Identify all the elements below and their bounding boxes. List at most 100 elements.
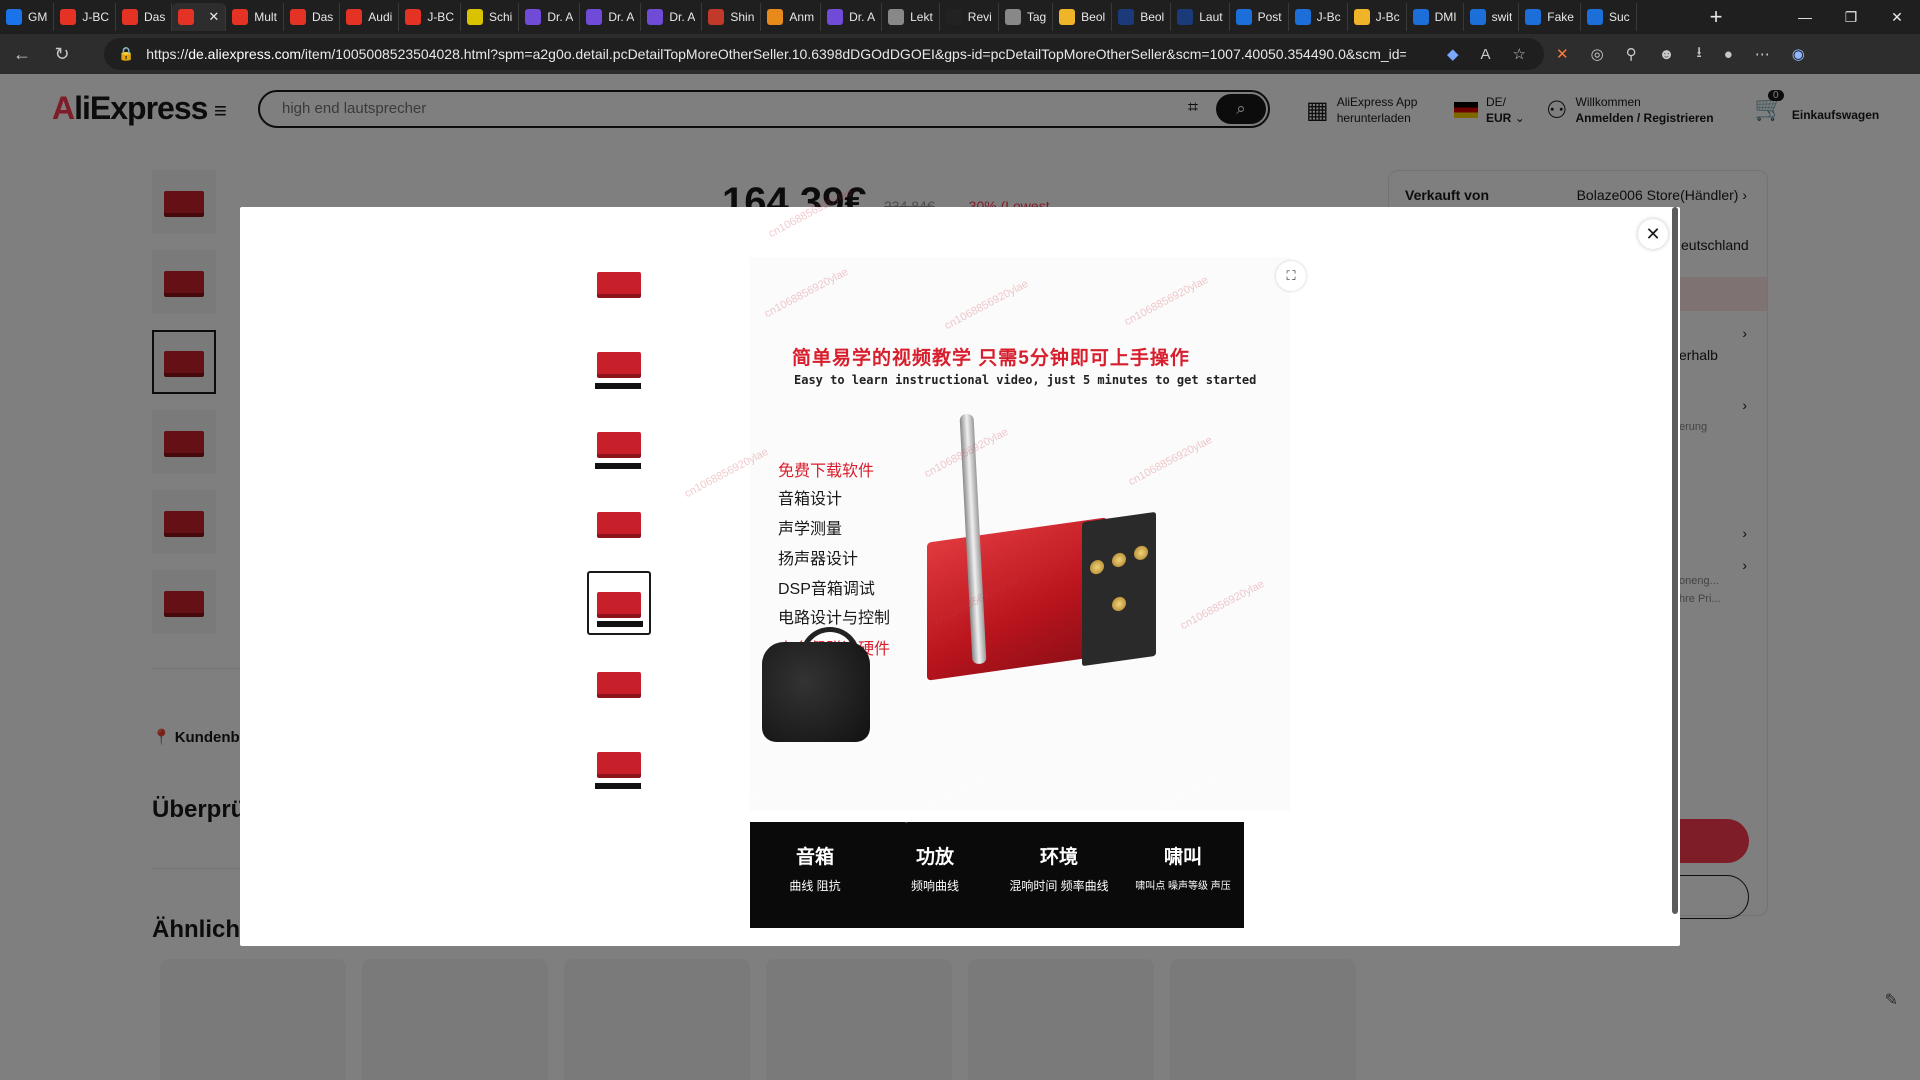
close-icon[interactable]: ✕ xyxy=(1638,219,1668,249)
tab-favicon-icon xyxy=(1235,9,1252,25)
browser-tab[interactable]: J-BC xyxy=(399,3,461,31)
browser-tab[interactable]: Das xyxy=(284,3,341,31)
tab-close-icon[interactable]: ✕ xyxy=(208,9,219,25)
tab-favicon-icon xyxy=(945,9,962,25)
feature-text: 音箱设计 xyxy=(778,491,843,508)
tab-favicon-icon xyxy=(346,9,363,25)
browser-tab[interactable]: Schi xyxy=(461,3,520,31)
browser-tab[interactable]: Beol xyxy=(1053,3,1113,31)
browser-tab[interactable]: Audi xyxy=(340,3,400,31)
more-menu-icon[interactable]: ⋯ xyxy=(1755,45,1770,63)
tab-favicon-icon xyxy=(60,9,77,25)
product-thumb-image xyxy=(597,352,641,374)
tab-favicon-icon xyxy=(708,9,725,25)
banner-subtitle: 频响曲线 xyxy=(910,879,959,893)
tab-title: Revi xyxy=(967,10,992,24)
tag-icon[interactable]: ◆ xyxy=(1447,45,1459,63)
browser-tab[interactable]: Beol xyxy=(1112,3,1172,31)
browser-tab[interactable]: Dr. A xyxy=(580,3,642,31)
profile-avatar-icon[interactable]: ● xyxy=(1724,46,1733,63)
banner-column: 音箱 曲线 阻抗 xyxy=(770,842,860,894)
downloads-icon[interactable]: ⭳ xyxy=(1696,42,1701,67)
browser-tab[interactable]: Suc xyxy=(1581,3,1637,31)
tab-title: GM xyxy=(28,10,48,24)
browser-tab[interactable]: DMI xyxy=(1407,3,1464,31)
reload-icon[interactable]: ↻ xyxy=(44,38,80,70)
minimize-icon[interactable]: — xyxy=(1782,0,1828,34)
back-icon[interactable]: ← xyxy=(4,38,40,70)
window-controls: — ❐ ✕ xyxy=(1782,0,1920,34)
tab-favicon-icon xyxy=(1059,9,1076,25)
tab-favicon-icon xyxy=(122,9,139,25)
tab-title: Dr. A xyxy=(547,10,574,24)
tab-title: Dr. A xyxy=(608,10,635,24)
tab-favicon-icon xyxy=(1118,9,1135,25)
browser-tabstrip: GM J-BC Das ✕ Mult Das Audi J-BC Schi Dr. A Dr. A D… xyxy=(0,0,1920,34)
address-bar[interactable]: 🔒 https://de.aliexpress.com/item/1005008… xyxy=(104,38,1544,70)
tab-title: DMI xyxy=(1434,10,1457,24)
browser-tab[interactable]: J-BC xyxy=(54,3,117,31)
browser-tab[interactable]: Fake xyxy=(1519,3,1581,31)
new-tab-button[interactable]: + xyxy=(1700,4,1732,30)
extension-x-icon[interactable]: ✕ xyxy=(1556,45,1569,63)
browser-tab[interactable]: Tag xyxy=(999,3,1054,31)
extension-pin-icon[interactable]: ⚲ xyxy=(1626,45,1637,63)
tab-favicon-icon xyxy=(1177,9,1194,25)
tab-favicon-icon xyxy=(767,9,784,25)
tab-title: Das xyxy=(144,10,166,24)
tab-title: Mult xyxy=(254,10,277,24)
thumb-banner-strip xyxy=(595,783,641,789)
browser-tab[interactable]: GM xyxy=(0,3,55,31)
modal-thumbnail[interactable] xyxy=(587,731,651,795)
thumb-banner-strip xyxy=(595,383,641,389)
tab-title: J-BC xyxy=(82,10,110,24)
browser-tab[interactable]: ✕ xyxy=(172,3,227,31)
browser-tab[interactable]: Revi xyxy=(940,3,999,31)
lock-icon[interactable]: 🔒 xyxy=(118,46,134,62)
extension-face-icon[interactable]: ☻ xyxy=(1659,46,1675,63)
browser-tab[interactable]: Lekt xyxy=(882,3,940,31)
browser-tab[interactable]: J-Bc xyxy=(1289,3,1348,31)
browser-tab[interactable]: Mult xyxy=(226,3,284,31)
tab-title: Beol xyxy=(1140,10,1165,24)
browser-tab[interactable]: Shin xyxy=(702,3,762,31)
tab-title: Das xyxy=(311,10,334,24)
browser-tab[interactable]: Dr. A xyxy=(519,3,581,31)
banner-column: 啸叫 啸叫点 噪声等级 声压 xyxy=(1124,842,1242,892)
url-text[interactable]: https://de.aliexpress.com/item/100500852… xyxy=(146,46,1406,62)
close-window-icon[interactable]: ✕ xyxy=(1874,0,1920,34)
tab-title: Post xyxy=(1257,10,1282,24)
restore-icon[interactable]: ❐ xyxy=(1828,0,1874,34)
modal-scrollbar[interactable] xyxy=(1672,207,1678,914)
browser-tab[interactable]: Post xyxy=(1230,3,1289,31)
modal-thumbnail[interactable] xyxy=(587,411,651,475)
modal-thumbnail[interactable] xyxy=(587,251,651,315)
modal-thumbnail[interactable] xyxy=(587,491,651,555)
browser-tab[interactable]: Dr. A xyxy=(821,3,883,31)
browser-tab[interactable]: Dr. A xyxy=(641,3,703,31)
browser-tab[interactable]: Laut xyxy=(1171,3,1230,31)
browser-tab[interactable]: swit xyxy=(1464,3,1520,31)
tab-title: Fake xyxy=(1547,10,1574,24)
read-aloud-icon[interactable]: A xyxy=(1481,46,1491,63)
zoom-icon[interactable]: ⛶ xyxy=(1276,261,1306,291)
address-bar-row: ← ↻ 🔒 https://de.aliexpress.com/item/100… xyxy=(0,34,1920,74)
tab-favicon-icon xyxy=(1353,9,1370,25)
browser-tab[interactable]: J-Bc xyxy=(1348,3,1407,31)
modal-thumbnail-selected[interactable] xyxy=(587,571,651,635)
device-knob xyxy=(1112,552,1126,568)
modal-thumbnail[interactable] xyxy=(587,651,651,715)
browser-tab[interactable]: Anm xyxy=(761,3,822,31)
product-thumb-image xyxy=(597,752,641,774)
tab-title: Schi xyxy=(488,10,513,24)
tab-title: Shin xyxy=(730,10,755,24)
extension-g-icon[interactable]: ◎ xyxy=(1591,45,1604,63)
copilot-icon[interactable]: ◉ xyxy=(1792,45,1805,63)
favorite-star-icon[interactable]: ☆ xyxy=(1513,45,1526,63)
extension-icons: ✕ ◎ ⚲ ☻ ⭳ ● ⋯ ◉ xyxy=(1556,34,1805,74)
tab-favicon-icon xyxy=(1525,9,1542,25)
tab-favicon-icon xyxy=(1412,9,1429,25)
tab-favicon-icon xyxy=(178,9,195,25)
browser-tab[interactable]: Das xyxy=(116,3,173,31)
modal-thumbnail[interactable] xyxy=(587,331,651,395)
